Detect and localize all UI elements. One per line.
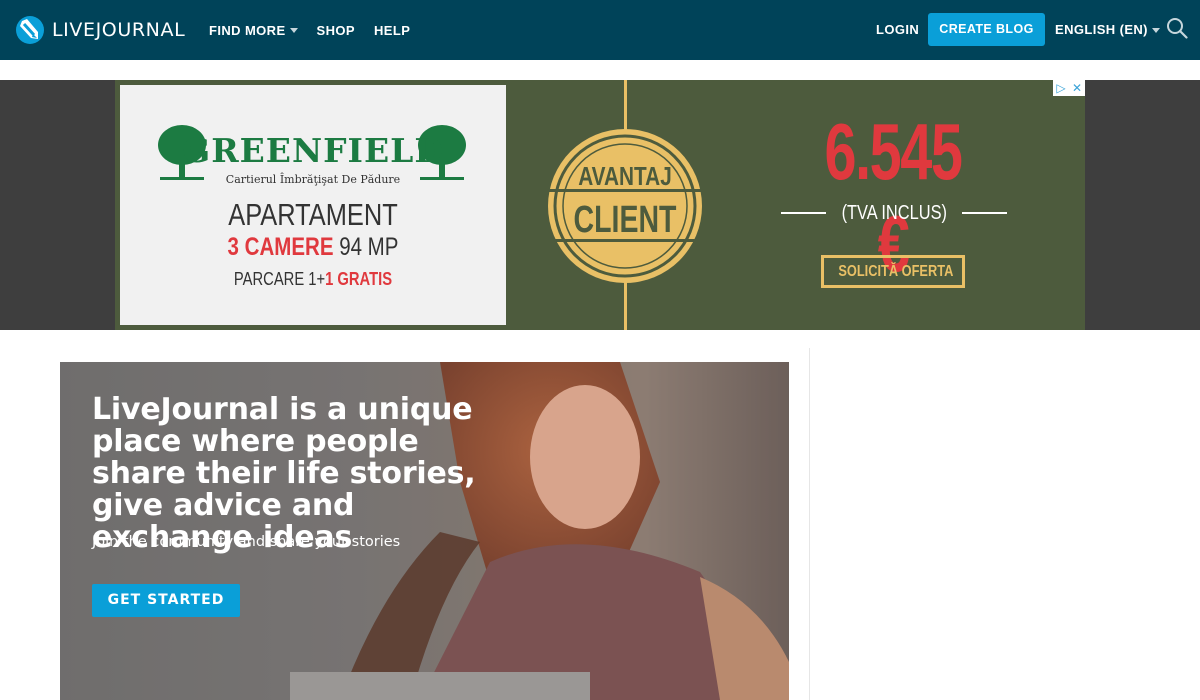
main-nav: FIND MORE SHOP HELP [209, 0, 429, 60]
ad-rooms-area: 94 MP [339, 233, 399, 261]
ad-property-panel: GREENFIELD Cartierul Îmbrăţişat De Pădur… [120, 85, 506, 325]
nav-help[interactable]: HELP [374, 23, 410, 38]
ad-client-badge: AVANTAJ CLIENT [548, 129, 702, 283]
ad-parking-text: PARCARE 1+ [233, 269, 326, 289]
sidebar-divider [809, 348, 810, 700]
ad-badge-top: AVANTAJ [578, 162, 672, 191]
ad-badge-bottom: CLIENT [574, 199, 677, 241]
livejournal-logo-icon [16, 16, 44, 44]
ad-request-offer-button[interactable]: SOLICITĂ OFERTA [821, 255, 965, 288]
nav-help-label: HELP [374, 22, 411, 38]
advertisement-banner[interactable]: GREENFIELD Cartierul Îmbrăţişat De Pădur… [115, 80, 1085, 330]
advertisement-area: GREENFIELD Cartierul Îmbrăţişat De Pădur… [0, 80, 1200, 330]
ad-rooms-line: 3 CAMERE 94 MP [155, 233, 472, 262]
nav-shop-label: SHOP [316, 22, 355, 38]
top-navigation-bar: LIVEJOURNAL FIND MORE SHOP HELP LOGIN CR… [0, 0, 1200, 60]
hero-banner: LiveJournal is a unique place where peop… [60, 362, 789, 700]
language-label: ENGLISH (EN) [1055, 22, 1148, 37]
ad-brand-name: GREENFIELD [182, 131, 444, 170]
ad-parking-line: PARCARE 1+1 GRATIS [155, 269, 472, 290]
chevron-down-icon [289, 27, 298, 33]
hero-title: LiveJournal is a unique place where peop… [92, 392, 476, 555]
divider-line [962, 212, 1008, 214]
ad-vat-note-row: (TVA INCLUS) [781, 200, 1008, 226]
ad-vat-note: (TVA INCLUS) [841, 201, 947, 224]
hero-subtitle: Join the community and share your storie… [92, 534, 401, 550]
create-blog-button[interactable]: CREATE BLOG [928, 13, 1045, 46]
ad-choices-controls: ▷ ✕ [1053, 80, 1085, 96]
nav-shop[interactable]: SHOP [317, 23, 355, 38]
chevron-down-icon [1151, 27, 1160, 33]
search-icon[interactable] [1166, 17, 1188, 39]
nav-find-more-label: FIND MORE [209, 22, 286, 38]
livejournal-logo[interactable]: LIVEJOURNAL [15, 14, 185, 46]
logo-text: LIVEJOURNAL [52, 19, 186, 41]
ad-parking-highlight: 1 GRATIS [325, 269, 393, 289]
get-started-button[interactable]: GET STARTED [92, 584, 240, 617]
account-nav: LOGIN CREATE BLOG ENGLISH (EN) [860, 0, 1200, 60]
divider-line [781, 212, 826, 214]
nav-find-more[interactable]: FIND MORE [209, 23, 298, 38]
language-selector[interactable]: ENGLISH (EN) [1055, 0, 1160, 60]
login-link[interactable]: LOGIN [876, 0, 919, 60]
ad-rooms-highlight: 3 CAMERE [227, 233, 334, 261]
ad-choices-icon[interactable]: ▷ [1053, 80, 1069, 96]
ad-brand-tagline: Cartierul Îmbrăţişat De Pădure [225, 173, 401, 186]
close-icon[interactable]: ✕ [1069, 80, 1085, 96]
ad-headline: APARTAMENT [228, 197, 398, 232]
ad-request-offer-label: SOLICITĂ OFERTA [838, 263, 954, 280]
